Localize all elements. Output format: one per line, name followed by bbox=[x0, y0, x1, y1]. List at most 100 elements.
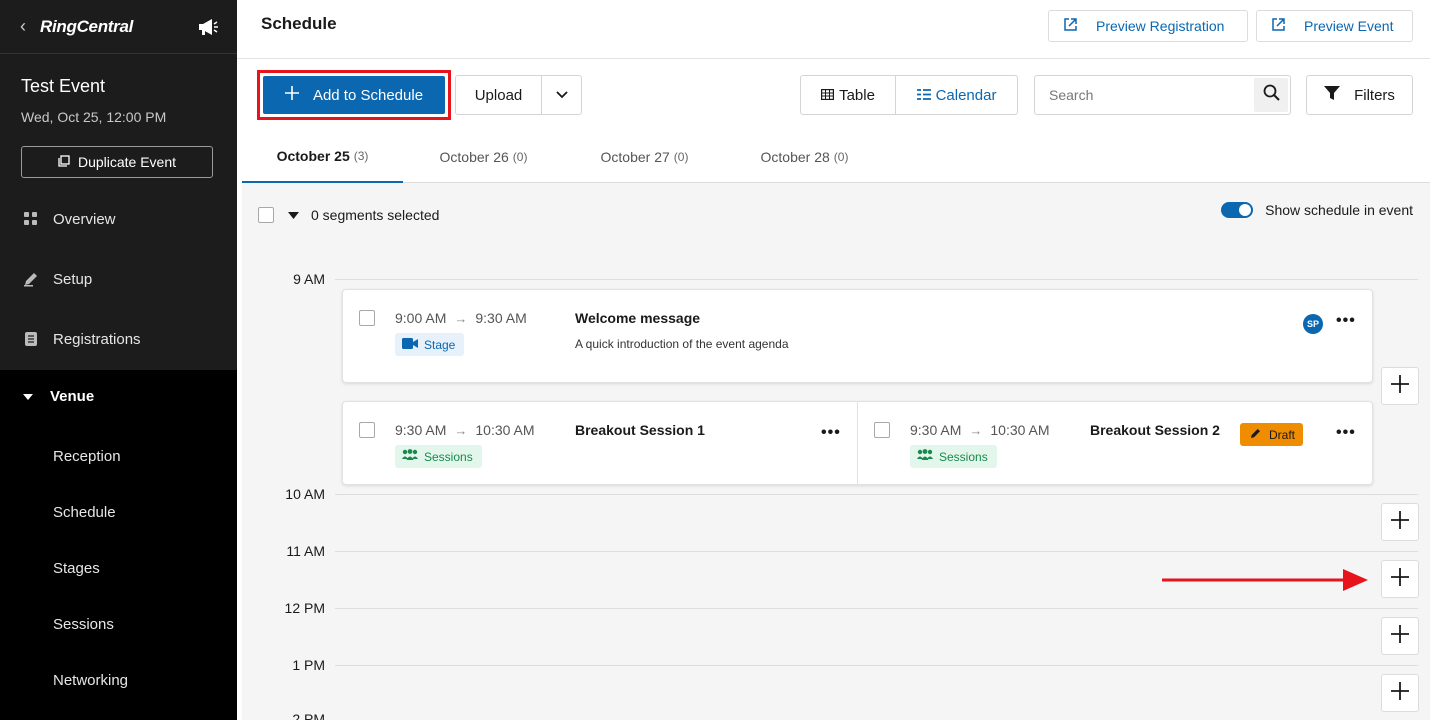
upload-button[interactable]: Upload bbox=[456, 76, 542, 114]
tab-count: (3) bbox=[353, 149, 369, 163]
sidebar: ‹ RingCentral Test Event Wed, Oct 25, 12… bbox=[0, 0, 237, 720]
hour-label: 10 AM bbox=[285, 486, 325, 502]
search-icon bbox=[1263, 84, 1280, 106]
ticket-icon bbox=[22, 330, 40, 348]
segment-time: 9:00 AM → 9:30 AM bbox=[395, 310, 527, 326]
event-summary: Test Event Wed, Oct 25, 12:00 PM Duplica… bbox=[0, 54, 237, 178]
tab-label: October 25 bbox=[276, 148, 350, 164]
tab-october-28[interactable]: October 28 (0) bbox=[724, 131, 885, 183]
add-slot-button[interactable] bbox=[1381, 674, 1419, 712]
segment-card: 9:30 AM → 10:30 AM Sessions Breakout Ses… bbox=[342, 401, 1373, 485]
hour-label: 9 AM bbox=[293, 271, 325, 287]
segments-selected-text: 0 segments selected bbox=[311, 207, 440, 223]
search-button[interactable] bbox=[1254, 78, 1288, 112]
tab-october-27[interactable]: October 27 (0) bbox=[564, 131, 725, 183]
table-icon bbox=[821, 87, 835, 104]
sidebar-item-label: Venue bbox=[50, 388, 95, 405]
plus-icon bbox=[1390, 624, 1410, 649]
badge-label: Sessions bbox=[424, 449, 473, 464]
tab-label: October 28 bbox=[760, 149, 830, 165]
hour-label: 2 PM bbox=[292, 711, 325, 720]
arrow-right-icon: → bbox=[454, 422, 468, 438]
annotation-highlight-box: Add to Schedule bbox=[257, 70, 451, 120]
segment-checkbox[interactable] bbox=[359, 422, 375, 438]
caret-down-icon bbox=[22, 388, 34, 405]
arrow-right-icon: → bbox=[454, 310, 468, 326]
start-time: 9:30 AM bbox=[395, 422, 447, 438]
hour-label: 1 PM bbox=[292, 657, 325, 673]
sidebar-item-overview[interactable]: Overview bbox=[0, 189, 237, 249]
more-options-icon[interactable]: ••• bbox=[821, 424, 841, 442]
event-name: Test Event bbox=[21, 76, 106, 96]
tab-october-26[interactable]: October 26 (0) bbox=[403, 131, 564, 183]
segment-breakout-session-1[interactable]: 9:30 AM → 10:30 AM Sessions Breakout Ses… bbox=[343, 402, 858, 484]
segment-title: Welcome message bbox=[575, 310, 701, 326]
show-schedule-toggle[interactable] bbox=[1221, 202, 1254, 218]
plus-icon bbox=[284, 86, 299, 104]
people-group-icon bbox=[402, 449, 418, 464]
filters-label: Filters bbox=[1354, 86, 1395, 104]
caret-down-icon[interactable] bbox=[288, 211, 299, 219]
filters-button[interactable]: Filters bbox=[1306, 75, 1413, 115]
duplicate-event-label: Duplicate Event bbox=[77, 154, 177, 170]
segment-breakout-session-2[interactable]: 9:30 AM → 10:30 AM Sessions Breakout Ses… bbox=[858, 402, 1374, 484]
tab-count: (0) bbox=[833, 150, 849, 164]
hour-line bbox=[335, 279, 1418, 280]
show-schedule-label: Show schedule in event bbox=[1265, 202, 1413, 218]
megaphone-icon[interactable] bbox=[197, 17, 219, 37]
more-options-icon[interactable]: ••• bbox=[1336, 312, 1356, 330]
hour-label: 12 PM bbox=[284, 600, 325, 616]
sidebar-item-reception[interactable]: Reception bbox=[53, 448, 121, 465]
sidebar-item-venue[interactable]: Venue bbox=[22, 388, 94, 405]
tab-count: (0) bbox=[512, 150, 528, 164]
sidebar-item-networking[interactable]: Networking bbox=[53, 672, 128, 689]
plus-icon bbox=[1390, 567, 1410, 592]
upload-dropdown-button[interactable] bbox=[542, 76, 581, 114]
duplicate-event-button[interactable]: Duplicate Event bbox=[21, 146, 213, 178]
preview-event-label: Preview Event bbox=[1304, 18, 1394, 34]
back-chevron-icon[interactable]: ‹ bbox=[20, 16, 40, 37]
draft-label: Draft bbox=[1269, 427, 1296, 442]
hour-line bbox=[335, 494, 1418, 495]
table-view-label: Table bbox=[839, 86, 875, 104]
preview-registration-button[interactable]: Preview Registration bbox=[1048, 10, 1248, 42]
ringcentral-logo: RingCentral bbox=[40, 16, 134, 36]
sessions-badge: Sessions bbox=[910, 445, 997, 468]
tab-october-25[interactable]: October 25 (3) bbox=[242, 131, 403, 183]
table-view-button[interactable]: Table bbox=[801, 76, 896, 114]
external-link-icon bbox=[1271, 17, 1286, 35]
select-all-checkbox[interactable] bbox=[258, 207, 274, 223]
more-options-icon[interactable]: ••• bbox=[1336, 424, 1356, 442]
add-slot-button[interactable] bbox=[1381, 560, 1419, 598]
preview-event-button[interactable]: Preview Event bbox=[1256, 10, 1413, 42]
sidebar-item-registrations[interactable]: Registrations bbox=[0, 309, 237, 369]
search-box bbox=[1034, 75, 1291, 115]
add-to-schedule-label: Add to Schedule bbox=[312, 86, 424, 104]
calendar-view-label: Calendar bbox=[935, 86, 997, 104]
sidebar-item-schedule[interactable]: Schedule bbox=[53, 504, 116, 521]
search-input[interactable] bbox=[1035, 76, 1254, 114]
add-to-schedule-button[interactable]: Add to Schedule bbox=[263, 76, 445, 114]
annotation-arrow-icon bbox=[1162, 568, 1372, 597]
sidebar-item-sessions[interactable]: Sessions bbox=[53, 616, 114, 633]
segment-time: 9:30 AM → 10:30 AM bbox=[910, 422, 1050, 438]
sidebar-item-stages[interactable]: Stages bbox=[53, 560, 100, 577]
segment-checkbox[interactable] bbox=[874, 422, 890, 438]
tab-label: October 27 bbox=[600, 149, 670, 165]
sidebar-item-label: Setup bbox=[53, 270, 93, 288]
sidebar-item-setup[interactable]: Setup bbox=[0, 249, 237, 309]
hour-line bbox=[335, 551, 1418, 552]
segment-card[interactable]: 9:00 AM → 9:30 AM Stage Welcome message … bbox=[342, 289, 1373, 383]
add-slot-button[interactable] bbox=[1381, 367, 1419, 405]
external-link-icon bbox=[1063, 17, 1078, 35]
calendar-view-button[interactable]: Calendar bbox=[896, 76, 1017, 114]
event-date: Wed, Oct 25, 12:00 PM bbox=[21, 109, 167, 125]
end-time: 10:30 AM bbox=[475, 422, 535, 438]
segment-description: A quick introduction of the event agenda bbox=[575, 337, 789, 351]
tab-label: October 26 bbox=[439, 149, 509, 165]
segment-checkbox[interactable] bbox=[359, 310, 375, 326]
add-slot-button[interactable] bbox=[1381, 617, 1419, 655]
arrow-right-icon: → bbox=[969, 422, 983, 438]
hour-line bbox=[335, 665, 1418, 666]
add-slot-button[interactable] bbox=[1381, 503, 1419, 541]
